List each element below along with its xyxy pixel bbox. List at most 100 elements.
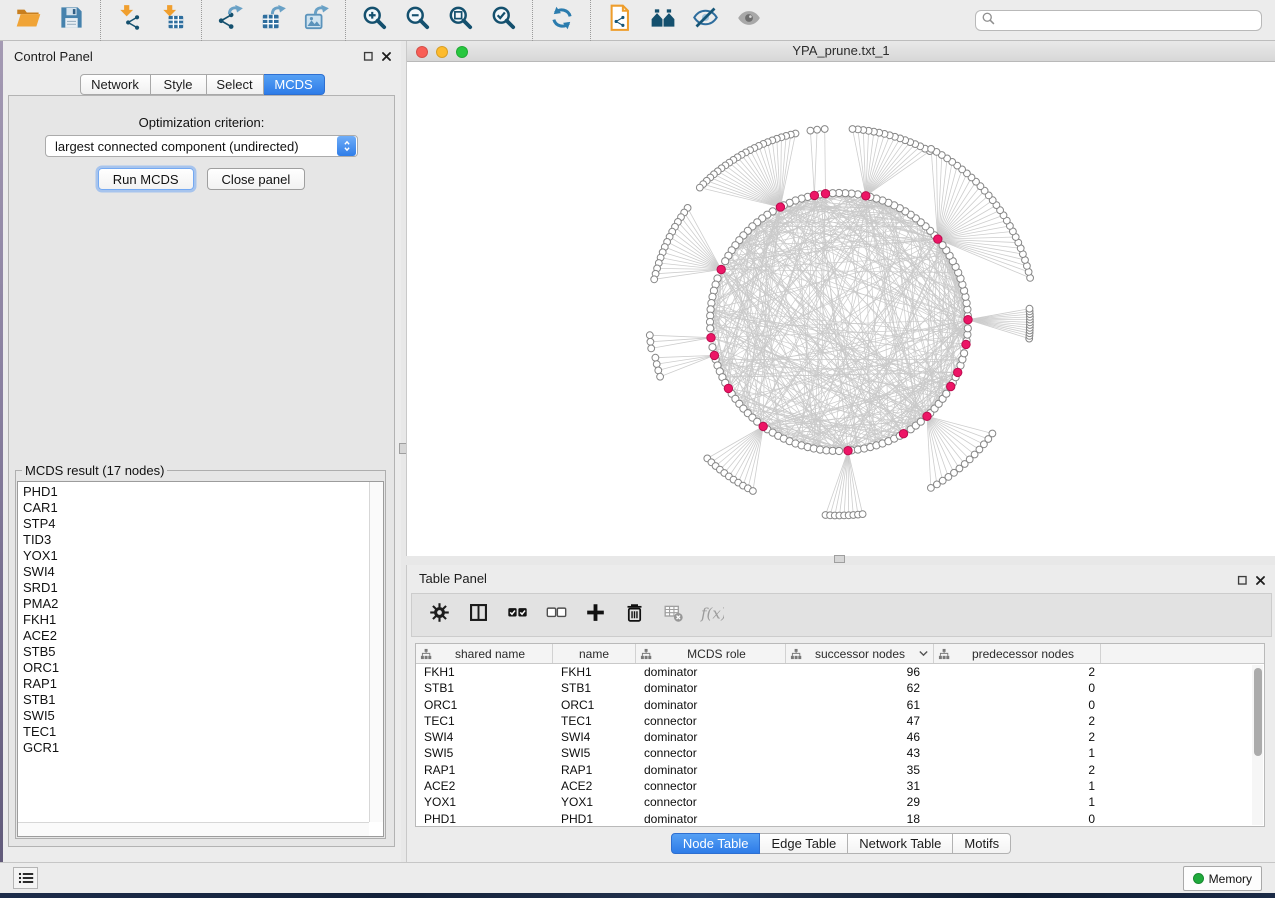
graph-node[interactable]: [961, 350, 968, 357]
graph-node[interactable]: [849, 126, 856, 133]
table-cell[interactable]: RAP1: [416, 762, 553, 778]
run-mcds-button[interactable]: Run MCDS: [98, 168, 194, 190]
search-network-button[interactable]: [641, 0, 684, 41]
graph-node[interactable]: [652, 354, 659, 361]
table-row[interactable]: FKH1FKH1dominator962: [416, 664, 1264, 680]
table-cell[interactable]: connector: [636, 745, 786, 761]
table-cell[interactable]: SWI4: [416, 729, 553, 745]
table-row[interactable]: SWI5SWI5connector431: [416, 745, 1264, 761]
column-header-MCDS-role[interactable]: MCDS role: [636, 644, 786, 663]
mcds-result-item[interactable]: STP4: [18, 516, 369, 532]
export-image-button[interactable]: [295, 0, 338, 41]
window-zoom-button[interactable]: [456, 46, 468, 58]
table-cell[interactable]: dominator: [636, 697, 786, 713]
table-row[interactable]: TEC1TEC1connector472: [416, 713, 1264, 729]
graph-hub-node[interactable]: [810, 191, 818, 199]
settings-button[interactable]: [428, 604, 450, 626]
graph-node[interactable]: [1026, 305, 1033, 312]
float-table-panel-icon[interactable]: [1237, 573, 1248, 591]
mcds-result-item[interactable]: PMA2: [18, 596, 369, 612]
deselect-all-button[interactable]: [545, 604, 567, 626]
table-row[interactable]: ACE2ACE2connector311: [416, 778, 1264, 794]
graph-node[interactable]: [653, 361, 660, 368]
graph-hub-node[interactable]: [724, 384, 732, 392]
tab-node-table[interactable]: Node Table: [671, 833, 761, 854]
table-cell[interactable]: 29: [786, 794, 934, 810]
table-cell[interactable]: 1: [934, 745, 1101, 761]
open-file-button[interactable]: [7, 0, 50, 41]
graph-hub-node[interactable]: [962, 340, 970, 348]
table-cell[interactable]: SWI4: [553, 729, 636, 745]
mcds-result-item[interactable]: GCR1: [18, 740, 369, 756]
table-cell[interactable]: 18: [786, 811, 934, 827]
graph-hub-node[interactable]: [710, 351, 718, 359]
table-row[interactable]: STB1STB1dominator620: [416, 680, 1264, 696]
graph-hub-node[interactable]: [899, 430, 907, 438]
graph-node[interactable]: [835, 447, 842, 454]
mcds-result-item[interactable]: ORC1: [18, 660, 369, 676]
table-row[interactable]: SWI4SWI4dominator462: [416, 729, 1264, 745]
table-cell[interactable]: 47: [786, 713, 934, 729]
table-cell[interactable]: SWI5: [553, 745, 636, 761]
graph-hub-node[interactable]: [707, 334, 715, 342]
graph-node[interactable]: [928, 146, 935, 153]
graph-node[interactable]: [750, 488, 757, 495]
table-cell[interactable]: ORC1: [553, 697, 636, 713]
show-panels-button[interactable]: [13, 867, 38, 889]
column-header-name[interactable]: name: [553, 644, 636, 663]
mcds-result-item[interactable]: TEC1: [18, 724, 369, 740]
share-document-button[interactable]: [598, 0, 641, 41]
graph-node[interactable]: [829, 190, 836, 197]
table-row[interactable]: ORC1ORC1dominator610: [416, 697, 1264, 713]
table-cell[interactable]: ORC1: [416, 697, 553, 713]
mcds-result-item[interactable]: CAR1: [18, 500, 369, 516]
table-row[interactable]: YOX1YOX1connector291: [416, 794, 1264, 810]
graph-hub-node[interactable]: [923, 412, 931, 420]
mcds-result-item[interactable]: SRD1: [18, 580, 369, 596]
table-cell[interactable]: PHD1: [416, 811, 553, 827]
graph-node[interactable]: [648, 345, 655, 352]
graph-node[interactable]: [655, 367, 662, 374]
table-cell[interactable]: TEC1: [416, 713, 553, 729]
table-cell[interactable]: 2: [934, 713, 1101, 729]
table-cell[interactable]: connector: [636, 794, 786, 810]
table-cell[interactable]: dominator: [636, 729, 786, 745]
mcds-result-item[interactable]: SWI5: [18, 708, 369, 724]
table-cell[interactable]: TEC1: [553, 713, 636, 729]
table-cell[interactable]: STB1: [416, 680, 553, 696]
graph-hub-node[interactable]: [964, 316, 972, 324]
save-session-button[interactable]: [50, 0, 93, 41]
graph-node[interactable]: [807, 127, 814, 134]
mcds-result-item[interactable]: STB1: [18, 692, 369, 708]
mcds-result-item[interactable]: PHD1: [18, 484, 369, 500]
table-cell[interactable]: ACE2: [416, 778, 553, 794]
graph-node[interactable]: [646, 332, 653, 339]
table-cell[interactable]: STB1: [553, 680, 636, 696]
graph-node[interactable]: [989, 430, 996, 437]
close-table-panel-icon[interactable]: [1255, 573, 1266, 591]
table-cell[interactable]: FKH1: [416, 664, 553, 680]
table-cell[interactable]: 96: [786, 664, 934, 680]
mcds-result-item[interactable]: RAP1: [18, 676, 369, 692]
graph-hub-node[interactable]: [947, 382, 955, 390]
table-cell[interactable]: 46: [786, 729, 934, 745]
graph-hub-node[interactable]: [862, 192, 870, 200]
graph-node[interactable]: [651, 276, 658, 283]
export-network-button[interactable]: [209, 0, 252, 41]
table-cell[interactable]: 61: [786, 697, 934, 713]
tab-mcds[interactable]: MCDS: [264, 74, 325, 95]
delete-rows-button[interactable]: [623, 604, 645, 626]
memory-button[interactable]: Memory: [1183, 866, 1262, 891]
result-list-vscrollbar[interactable]: [369, 482, 383, 822]
table-vscrollbar[interactable]: [1252, 665, 1263, 825]
table-cell[interactable]: PHD1: [553, 811, 636, 827]
horizontal-splitter-grip[interactable]: [834, 555, 845, 563]
zoom-selected-button[interactable]: [482, 0, 525, 41]
import-network-button[interactable]: [108, 0, 151, 41]
table-cell[interactable]: 35: [786, 762, 934, 778]
table-cell[interactable]: 31: [786, 778, 934, 794]
graph-node[interactable]: [859, 511, 866, 518]
table-cell[interactable]: YOX1: [553, 794, 636, 810]
add-row-button[interactable]: [584, 604, 606, 626]
window-minimize-button[interactable]: [436, 46, 448, 58]
